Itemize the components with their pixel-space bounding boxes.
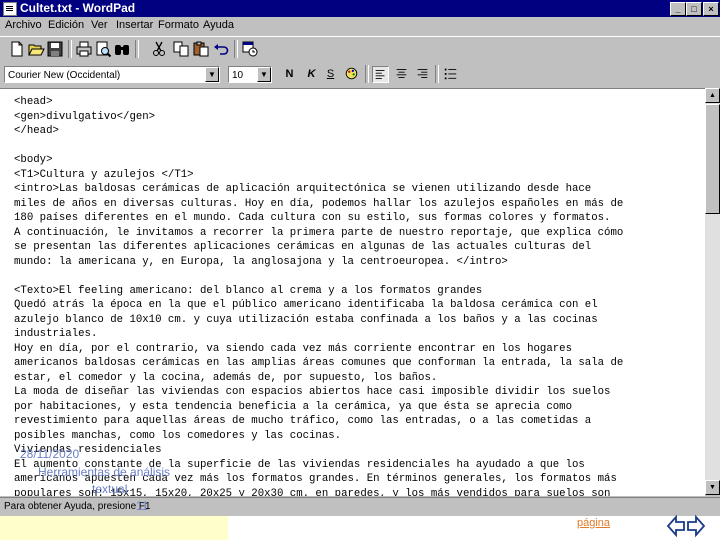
title-bar[interactable]: Cultet.txt - WordPad _ □ ×	[0, 0, 720, 17]
open-folder-icon[interactable]	[27, 40, 45, 58]
chevron-down-icon[interactable]: ▼	[205, 67, 219, 82]
previous-arrow-icon[interactable]	[666, 514, 685, 538]
scroll-down-arrow-icon[interactable]: ▼	[705, 480, 720, 495]
save-disk-icon[interactable]	[46, 40, 64, 58]
new-document-icon[interactable]	[8, 40, 26, 58]
slide-navigation	[666, 514, 706, 538]
document-area[interactable]: <head> <gen>divulgativo</gen> </head> <b…	[0, 88, 705, 496]
underline-button[interactable]: S	[322, 66, 339, 83]
align-left-icon[interactable]	[372, 66, 389, 83]
copy-icon[interactable]	[172, 40, 190, 58]
menu-ayuda[interactable]: Ayuda	[203, 19, 234, 31]
menu-ver[interactable]: Ver	[91, 19, 108, 31]
page-link[interactable]: página	[577, 517, 610, 529]
standard-toolbar	[0, 36, 720, 61]
slide-subtitle-line1: Herramientas de análisis	[38, 465, 171, 479]
next-arrow-icon[interactable]	[687, 514, 706, 538]
document-text[interactable]: <head> <gen>divulgativo</gen> </head> <b…	[14, 95, 623, 496]
font-select-value: Courier New (Occidental)	[8, 70, 121, 81]
italic-button[interactable]: K	[303, 66, 320, 83]
scroll-thumb[interactable]	[705, 104, 720, 214]
bold-button[interactable]: N	[281, 66, 298, 83]
print-preview-icon[interactable]	[94, 40, 112, 58]
font-size-select[interactable]: 10 ▼	[228, 66, 272, 83]
menu-insertar[interactable]: Insertar	[116, 19, 153, 31]
print-icon[interactable]	[75, 40, 93, 58]
wordpad-app-icon[interactable]	[3, 2, 17, 16]
toolbar-separator	[435, 65, 439, 83]
window-title: Cultet.txt - WordPad	[20, 1, 136, 15]
slide-date: 28/11/2020	[20, 447, 80, 461]
vertical-scrollbar[interactable]: ▲ ▼	[705, 88, 720, 495]
align-right-icon[interactable]	[414, 66, 431, 83]
status-text: Para obtener Ayuda, presione F1	[4, 501, 151, 512]
find-binoculars-icon[interactable]	[113, 40, 131, 58]
font-size-value: 10	[232, 70, 244, 81]
menu-edicion[interactable]: Edición	[48, 19, 84, 31]
slide-subtitle-line2: textual	[92, 482, 128, 496]
wordpad-window: Cultet.txt - WordPad _ □ × Archivo Edici…	[0, 0, 720, 516]
font-select[interactable]: Courier New (Occidental) ▼	[4, 66, 220, 83]
toolbar-separator	[68, 40, 72, 58]
paste-icon[interactable]	[192, 40, 210, 58]
color-palette-icon[interactable]	[343, 66, 360, 83]
menu-archivo[interactable]: Archivo	[5, 19, 42, 31]
toolbar-separator	[135, 40, 139, 58]
minimize-button[interactable]: _	[670, 2, 686, 16]
date-time-icon[interactable]	[241, 40, 259, 58]
menu-bar: Archivo Edición Ver Insertar Formato Ayu…	[0, 17, 720, 34]
toolbar-separator	[234, 40, 238, 58]
close-button[interactable]: ×	[703, 2, 719, 16]
align-center-icon[interactable]	[393, 66, 410, 83]
slide-footer-strip	[0, 516, 228, 540]
scroll-up-arrow-icon[interactable]: ▲	[705, 88, 720, 103]
format-bar: Courier New (Occidental) ▼ 10 ▼ N K S	[0, 62, 720, 86]
toolbar-separator	[365, 65, 369, 83]
status-bar: Para obtener Ayuda, presione F1	[0, 497, 720, 516]
undo-icon[interactable]	[212, 40, 230, 58]
slide-page-number: 11	[136, 499, 149, 513]
cut-scissors-icon[interactable]	[150, 40, 168, 58]
menu-formato[interactable]: Formato	[158, 19, 199, 31]
bullets-icon[interactable]	[442, 66, 459, 83]
chevron-down-icon[interactable]: ▼	[257, 67, 271, 82]
maximize-button[interactable]: □	[686, 2, 702, 16]
